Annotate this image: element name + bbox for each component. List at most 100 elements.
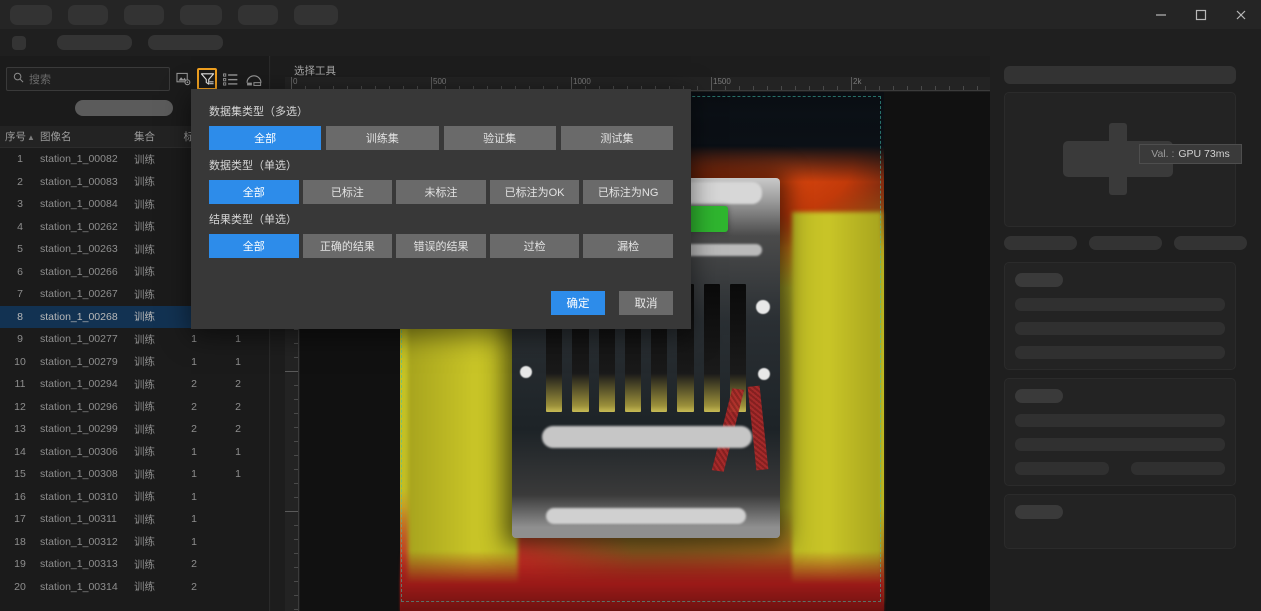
option-dataset-type-3[interactable]: 测试集 [560,126,673,150]
option-row-data-type: 全部 已标注 未标注 已标注为OK 已标注为NG [209,180,673,204]
table-row[interactable]: 13 station_1_00299 训练 2 2 [0,418,270,441]
group-1-field-3[interactable] [1015,346,1225,359]
image-settings-icon[interactable] [174,68,193,90]
section-title-dataset-type: 数据集类型（多选） [209,106,308,118]
ruler-tick-minor [294,441,298,442]
group-1-field-2[interactable] [1015,322,1225,335]
option-result-type-4[interactable]: 漏检 [583,234,673,258]
ruler-tick-minor [294,413,298,414]
cell-set: 训练 [134,221,155,234]
column-header-index[interactable]: 序号▲ [0,129,40,144]
group-2-field-3a[interactable] [1015,462,1109,475]
cell-set: 训练 [134,513,155,526]
cell-set: 训练 [134,536,155,549]
confirm-button[interactable]: 确定 [551,291,605,315]
ruler-tick-major [285,371,298,372]
tab-pill-4[interactable] [180,5,222,25]
option-data-type-1[interactable]: 已标注 [302,180,393,204]
ruler-tick-minor [294,469,298,470]
group-2-field-1[interactable] [1015,414,1225,427]
option-result-type-1[interactable]: 正确的结果 [302,234,393,258]
table-row[interactable]: 15 station_1_00308 训练 1 1 [0,463,270,486]
tool-label: 选择工具 [294,65,336,77]
table-row[interactable]: 16 station_1_00310 训练 1 [0,486,270,509]
tab-pill-1[interactable] [10,5,52,25]
table-row[interactable]: 12 station_1_00296 训练 2 2 [0,396,270,419]
column-header-image-name[interactable]: 图像名 [40,129,134,144]
option-dataset-type-1[interactable]: 训练集 [326,126,439,150]
cell-image-name: station_1_00263 [40,243,118,256]
search-input[interactable]: 搜索 [6,67,170,91]
panel-title-placeholder [1004,66,1236,84]
cell-image-name: station_1_00279 [40,355,118,368]
toolbar-placeholder-1[interactable] [57,35,132,50]
group-1-field-1[interactable] [1015,298,1225,311]
cell-mark: 2 [191,558,197,571]
table-row[interactable]: 20 station_1_00314 训练 2 [0,576,270,599]
option-data-type-3[interactable]: 已标注为OK [489,180,580,204]
ruler-label: 1000 [573,77,591,86]
dialog-section-dataset-type: 数据集类型（多选） 全部 训练集 验证集 测试集 [209,103,673,150]
cell-extra: 2 [235,400,241,413]
table-row[interactable]: 11 station_1_00294 训练 2 2 [0,373,270,396]
ruler-tick-minor [294,329,298,330]
ruler-tick-minor [781,86,782,90]
ruler-tick-major [285,511,298,512]
filter-icon[interactable] [197,68,218,90]
group-2-field-2[interactable] [1015,438,1225,451]
panel-button-row [1004,236,1247,250]
table-row[interactable]: 19 station_1_00313 训练 2 [0,553,270,576]
minimize-icon[interactable] [1141,0,1181,29]
maximize-icon[interactable] [1181,0,1221,29]
cell-set: 训练 [134,288,155,301]
toolbar-placeholder-2[interactable] [148,35,223,50]
table-row[interactable]: 14 station_1_00306 训练 1 1 [0,441,270,464]
option-result-type-3[interactable]: 过检 [489,234,580,258]
ruler-tick-minor [294,567,298,568]
cell-image-name: station_1_00266 [40,265,118,278]
toolbar-placeholder-square[interactable] [12,36,26,50]
grid-view-icon[interactable] [245,68,264,90]
close-icon[interactable] [1221,0,1261,29]
ruler-tick-minor [294,385,298,386]
property-group-2 [1004,378,1236,486]
column-header-set[interactable]: 集合 [134,129,172,144]
cell-mark: 2 [191,378,197,391]
panel-button-2[interactable] [1089,236,1162,250]
list-view-icon[interactable] [221,68,240,90]
ruler-tick-minor [294,455,298,456]
tab-strip [10,5,338,25]
table-row[interactable]: 18 station_1_00312 训练 1 [0,531,270,554]
cell-index: 9 [17,333,23,346]
tab-pill-6[interactable] [294,5,338,25]
option-result-type-0[interactable]: 全部 [209,234,299,258]
table-row[interactable]: 17 station_1_00311 训练 1 [0,508,270,531]
cell-extra: 1 [235,468,241,481]
option-data-type-0[interactable]: 全部 [209,180,299,204]
cell-index: 2 [17,175,23,188]
panel-button-1[interactable] [1004,236,1077,250]
group-2-field-3b[interactable] [1131,462,1225,475]
cell-image-name: station_1_00296 [40,400,118,413]
ruler-tick-minor [294,497,298,498]
active-filter-chip[interactable] [75,100,173,116]
option-data-type-2[interactable]: 未标注 [396,180,486,204]
cell-index: 15 [14,468,26,481]
cell-image-name: station_1_00299 [40,423,118,436]
table-row[interactable]: 10 station_1_00279 训练 1 1 [0,351,270,374]
option-result-type-2[interactable]: 错误的结果 [396,234,486,258]
option-data-type-4[interactable]: 已标注为NG [583,180,673,204]
tab-pill-3[interactable] [124,5,164,25]
tab-pill-5[interactable] [238,5,278,25]
cell-index: 1 [17,153,23,166]
cell-index: 10 [14,355,26,368]
cancel-button[interactable]: 取消 [619,291,673,315]
table-row[interactable]: 9 station_1_00277 训练 1 1 [0,328,270,351]
tab-pill-2[interactable] [68,5,108,25]
group-2-label [1015,389,1063,403]
option-dataset-type-0[interactable]: 全部 [209,126,322,150]
ruler-tick-minor [294,399,298,400]
option-dataset-type-2[interactable]: 验证集 [443,126,556,150]
ruler-label: 2k [853,77,862,86]
panel-button-3[interactable] [1174,236,1247,250]
